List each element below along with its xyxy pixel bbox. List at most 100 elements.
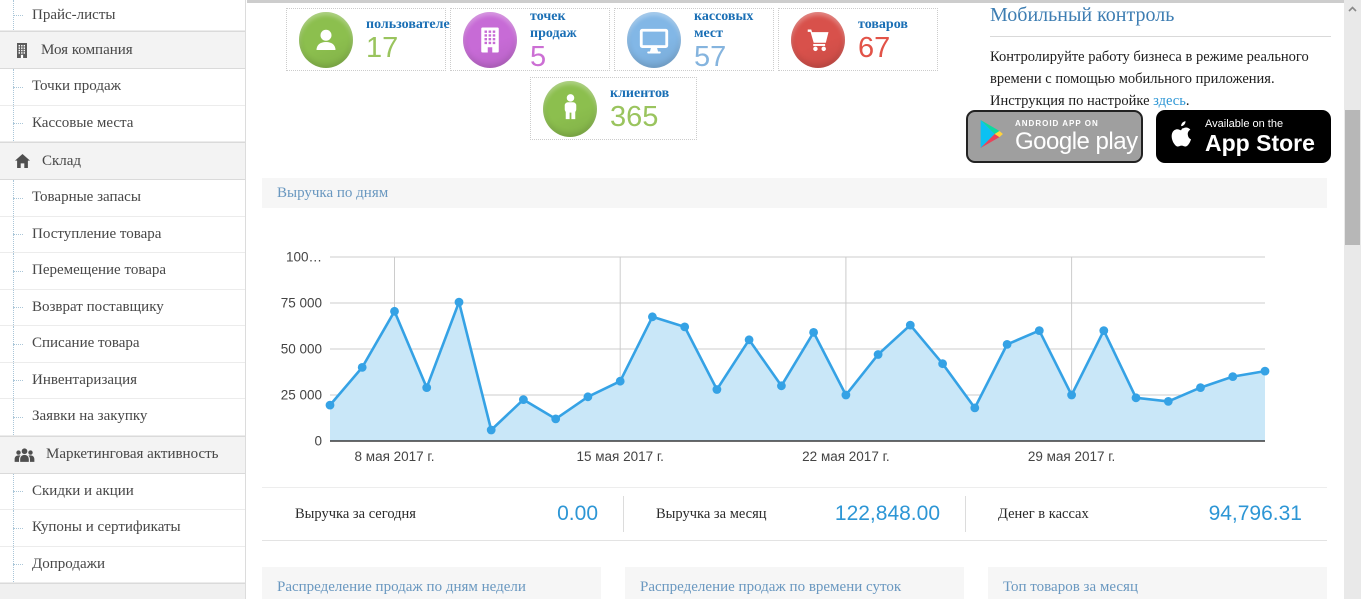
- sidebar: Прайс-листы Моя компания Точки продаж Кассо…: [0, 0, 246, 599]
- sidebar-item[interactable]: Точки продаж: [0, 69, 245, 106]
- summary-value: 122,848.00: [834, 502, 940, 525]
- svg-text:50 000: 50 000: [281, 342, 322, 357]
- google-play-triangle-icon: [978, 118, 1006, 155]
- sidebar-item-label: Моя компания: [41, 41, 133, 58]
- summary-label: Выручка за сегодня: [295, 505, 416, 522]
- revenue-by-day-chart: 0 25 000 50 000 75 000 100… 8 мая 2017 г. 15 м…: [281, 250, 1270, 464]
- app-store-badge-line2: App Store: [1205, 129, 1315, 156]
- dashboard-screen: Прайс-листы Моя компания Точки продаж Кассо…: [0, 0, 1361, 599]
- summary-value: 94,796.31: [1208, 502, 1302, 525]
- sidebar-item[interactable]: Инвентаризация: [0, 362, 245, 399]
- sidebar-item[interactable]: Склад: [0, 142, 245, 180]
- sidebar-item[interactable]: Кассовые места: [0, 105, 245, 142]
- revenue-panel-title: Выручка по дням: [277, 184, 389, 201]
- svg-text:15 мая 2017 г.: 15 мая 2017 г.: [576, 449, 663, 464]
- google-play-badge[interactable]: ANDROID APP ON Google play: [966, 110, 1143, 163]
- mobile-text-after: .: [1185, 93, 1190, 109]
- stat-card-value: 57: [694, 40, 727, 73]
- app-store-badge-line1: Available on the: [1205, 117, 1284, 130]
- mobile-control-text: Контролируйте работу бизнеса в режиме ре…: [990, 46, 1331, 112]
- stat-card-value: 67: [858, 32, 891, 64]
- stat-card-value: 5: [530, 40, 547, 73]
- mobile-control-panel: Мобильный контроль Контролируйте работу …: [990, 4, 1331, 112]
- stat-card-label: пользователей: [366, 17, 458, 32]
- sidebar-item: [0, 583, 245, 599]
- sidebar-item-label: Маркетинговая активность: [46, 446, 219, 462]
- stat-card-label: клиентов: [610, 86, 670, 101]
- stat-card[interactable]: клиентов 365: [530, 77, 697, 140]
- sidebar-item[interactable]: Перемещение товара: [0, 253, 245, 290]
- sidebar-item-label: Перемещение товара: [32, 262, 167, 279]
- scrollbar[interactable]: [1344, 0, 1361, 599]
- sidebar-item[interactable]: Прайс-листы: [0, 0, 245, 31]
- sidebar-item-label: Прайс-листы: [32, 6, 116, 23]
- building-icon: [14, 42, 30, 59]
- summary-value: 0.00: [557, 502, 598, 525]
- sidebar-item-label: Кассовые места: [32, 114, 134, 131]
- svg-text:22 мая 2017 г.: 22 мая 2017 г.: [802, 449, 889, 464]
- google-play-badge-line1: ANDROID APP ON: [1015, 118, 1099, 128]
- bottom-panel-header: Распределение продаж по дням недели: [262, 567, 601, 599]
- sidebar-item[interactable]: Допродажи: [0, 546, 245, 583]
- summary-label: Денег в кассах: [998, 505, 1089, 522]
- svg-text:8 мая 2017 г.: 8 мая 2017 г.: [355, 449, 435, 464]
- sidebar-item[interactable]: Купоны и сертификаты: [0, 510, 245, 547]
- sidebar-item[interactable]: Товарные запасы: [0, 180, 245, 217]
- sidebar-item-label: Склад: [42, 152, 82, 169]
- stat-card-label: товаров: [858, 17, 908, 32]
- stat-card[interactable]: точек продаж 5: [450, 8, 610, 73]
- svg-text:75 000: 75 000: [281, 296, 322, 311]
- cart-icon: [791, 11, 845, 68]
- svg-text:0: 0: [314, 434, 322, 449]
- person-icon: [543, 80, 597, 137]
- bottom-panel-title: Распределение продаж по времени суток: [640, 578, 902, 595]
- sidebar-item[interactable]: Поступление товара: [0, 216, 245, 253]
- stat-card[interactable]: пользователей 17: [286, 8, 458, 71]
- scrollbar-up-button[interactable]: [1344, 0, 1361, 17]
- monitor-icon: [627, 11, 681, 68]
- user-icon: [299, 11, 353, 68]
- stat-card[interactable]: товаров 67: [778, 8, 938, 71]
- app-store-badge[interactable]: Available on the App Store: [1156, 110, 1331, 163]
- sidebar-item-label: Товарные запасы: [32, 189, 141, 206]
- summary-row: Выручка за сегодня 0.00 Выручка за месяц 12…: [262, 487, 1327, 541]
- sidebar-item[interactable]: Моя компания: [0, 31, 245, 69]
- mobile-text-before: Контролируйте работу бизнеса в режиме ре…: [990, 49, 1309, 109]
- mobile-control-title: Мобильный контроль: [990, 4, 1175, 26]
- stat-card-label: точек продаж: [530, 8, 577, 41]
- google-play-badge-line2: Google play: [1015, 127, 1138, 155]
- storefront-icon: [463, 11, 517, 68]
- apple-icon: [1169, 120, 1194, 154]
- bottom-panels: Распределение продаж по дням недели Распр…: [262, 567, 1327, 599]
- summary-cell: Денег в кассах 94,796.31: [965, 488, 1327, 540]
- stat-card-label: кассовых мест: [694, 8, 754, 41]
- sidebar-item[interactable]: Скидки и акции: [0, 473, 245, 510]
- sidebar-item-label: Допродажи: [32, 555, 106, 572]
- sidebar-item[interactable]: Заявки на закупку: [0, 399, 245, 436]
- sidebar-item[interactable]: Возврат поставщику: [0, 289, 245, 326]
- stat-card-value: 17: [366, 32, 399, 64]
- sidebar-item-label: Купоны и сертификаты: [32, 519, 181, 536]
- setup-instruction-link[interactable]: здесь: [1153, 93, 1186, 109]
- sidebar-item[interactable]: Маркетинговая активность: [0, 435, 245, 474]
- sidebar-item[interactable]: Списание товара: [0, 326, 245, 363]
- sidebar-item-label: Инвентаризация: [32, 371, 137, 388]
- summary-cell: Выручка за сегодня 0.00: [262, 488, 623, 540]
- users-icon: [14, 447, 35, 463]
- svg-text:29 мая 2017 г.: 29 мая 2017 г.: [1028, 449, 1115, 464]
- scrollbar-thumb[interactable]: [1345, 110, 1360, 245]
- summary-cell: Выручка за месяц 122,848.00: [623, 488, 965, 540]
- svg-text:25 000: 25 000: [281, 388, 322, 403]
- stats-cards-row: пользователей 17 точек продаж 5 кассовых мес…: [286, 8, 938, 73]
- sidebar-item-label: Возврат поставщику: [32, 298, 164, 315]
- app-badges: ANDROID APP ON Google play Available on …: [966, 110, 1331, 163]
- sidebar-item-label: Списание товара: [32, 335, 140, 352]
- stat-card[interactable]: кассовых мест 57: [614, 8, 774, 73]
- home-icon: [14, 153, 31, 169]
- divider: [990, 36, 1331, 37]
- top-divider: [247, 0, 1344, 3]
- sidebar-item-label: Скидки и акции: [32, 482, 134, 499]
- sidebar-item-label: Заявки на закупку: [32, 408, 148, 425]
- stat-card-value: 365: [610, 101, 659, 133]
- bottom-panel-header: Распределение продаж по времени суток: [625, 567, 964, 599]
